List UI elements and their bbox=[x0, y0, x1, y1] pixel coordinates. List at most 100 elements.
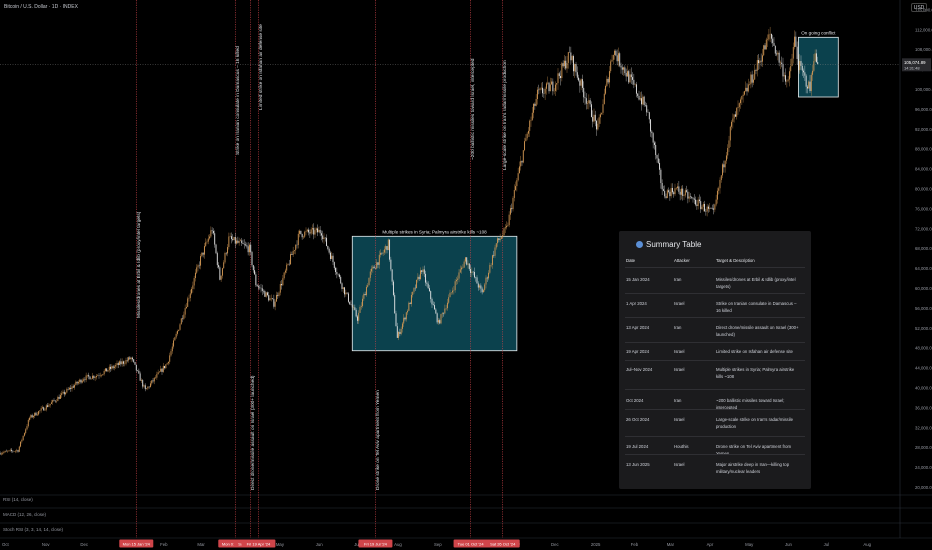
candle-body bbox=[728, 140, 730, 148]
candle-body bbox=[282, 278, 284, 286]
event-annotation: Drone strike on Tel Aviv apartment from … bbox=[375, 390, 381, 490]
candle-body bbox=[732, 118, 734, 122]
candle-body bbox=[679, 191, 681, 195]
candle-body bbox=[637, 93, 639, 96]
candle-body bbox=[80, 379, 82, 383]
candle-body bbox=[698, 199, 700, 202]
candle-body bbox=[781, 62, 783, 65]
candle-body bbox=[133, 359, 135, 362]
row-separator bbox=[625, 436, 805, 437]
candle-body bbox=[607, 78, 609, 83]
candle-body bbox=[620, 65, 622, 68]
candle-body bbox=[158, 371, 160, 373]
candle-body bbox=[143, 385, 145, 387]
candle-body bbox=[587, 103, 589, 104]
candle-body bbox=[803, 70, 805, 73]
candle-body bbox=[62, 391, 64, 394]
event-annotation: Direct drone/missile assault on Israel (… bbox=[250, 375, 256, 490]
candle-body bbox=[237, 240, 239, 243]
candle-body bbox=[426, 282, 428, 284]
candle-body bbox=[35, 412, 37, 416]
candle-body bbox=[176, 331, 178, 334]
table-cell-attacker: Israel bbox=[674, 349, 685, 354]
candle-body bbox=[562, 63, 564, 67]
candle-body bbox=[710, 207, 712, 209]
candle-body bbox=[602, 104, 604, 113]
candle-body bbox=[439, 320, 441, 324]
candle-body bbox=[452, 290, 454, 293]
candle-body bbox=[417, 276, 419, 280]
indicator-stochrsi-label[interactable]: Stoch RSI (3, 3, 14, 14, close) bbox=[3, 527, 63, 532]
candle-body bbox=[151, 380, 153, 384]
candle-body bbox=[398, 332, 400, 338]
candle-body bbox=[44, 409, 46, 411]
candle-body bbox=[76, 381, 78, 384]
candle-body bbox=[40, 408, 42, 411]
candle-body bbox=[594, 114, 596, 121]
candle-body bbox=[697, 199, 699, 206]
candle-body bbox=[419, 270, 421, 280]
candle-body bbox=[783, 75, 785, 77]
x-tick-label: Dec bbox=[80, 542, 88, 547]
candle-body bbox=[560, 76, 562, 79]
candle-body bbox=[390, 259, 392, 270]
y-tick-label: 32,000.00 bbox=[915, 425, 932, 430]
candle-body bbox=[611, 59, 613, 62]
candle-body bbox=[175, 333, 177, 338]
x-tick-label: Jun bbox=[785, 542, 793, 547]
candle-body bbox=[422, 269, 424, 272]
candle-body bbox=[427, 283, 429, 289]
table-cell-attacker: Iran bbox=[674, 398, 682, 403]
candle-body bbox=[333, 262, 335, 268]
candle-body bbox=[727, 147, 729, 156]
candle-body bbox=[428, 288, 430, 292]
candle-body bbox=[164, 365, 166, 369]
candle-body bbox=[731, 121, 733, 127]
candle-body bbox=[257, 286, 259, 288]
candle-body bbox=[590, 104, 592, 117]
y-tick-label: 68,000.00 bbox=[915, 246, 932, 251]
summary-table: Summary Table Date Attacker Target & Des… bbox=[619, 231, 811, 489]
event-annotation: Large-scale strike on Iran's radar/missi… bbox=[502, 60, 508, 170]
candle-body bbox=[554, 84, 556, 91]
candle-body bbox=[668, 190, 670, 192]
candle-body bbox=[810, 74, 812, 92]
symbol-header[interactable]: Bitcoin / U.S. Dollar · 1D · INDEX bbox=[4, 4, 78, 10]
indicator-rsi-label[interactable]: RSI (14, close) bbox=[3, 497, 33, 502]
currency-button[interactable]: USD bbox=[911, 3, 927, 12]
candle-body bbox=[512, 197, 514, 210]
candle-body bbox=[431, 299, 433, 305]
candle-body bbox=[660, 169, 662, 184]
candle-body bbox=[806, 86, 808, 89]
candle-body bbox=[239, 240, 241, 242]
candle-body bbox=[671, 187, 673, 193]
x-tick-label: Mar bbox=[667, 542, 675, 547]
candle-body bbox=[134, 361, 136, 365]
candle-body bbox=[542, 87, 544, 94]
candle-body bbox=[598, 117, 600, 124]
candle-body bbox=[471, 271, 473, 273]
candle-body bbox=[227, 247, 229, 254]
candle-body bbox=[674, 188, 676, 195]
candle-body bbox=[614, 50, 616, 55]
candle-body bbox=[16, 450, 18, 451]
candle-body bbox=[318, 229, 320, 233]
candle-body bbox=[223, 262, 225, 269]
table-cell-attacker: Israel bbox=[674, 417, 685, 422]
candle-body bbox=[23, 433, 25, 436]
candle-body bbox=[349, 301, 351, 305]
candle-body bbox=[539, 88, 541, 91]
y-tick-label: 76,000.00 bbox=[915, 206, 932, 211]
candle-body bbox=[599, 114, 601, 118]
candle-body bbox=[252, 265, 254, 271]
candle-body bbox=[785, 75, 787, 82]
candle-body bbox=[548, 82, 550, 92]
indicator-macd-label[interactable]: MACD (12, 26, close) bbox=[3, 512, 46, 517]
row-separator bbox=[625, 267, 805, 268]
candle-body bbox=[309, 232, 311, 234]
table-cell-description: Multiple strikes in Syria; Palmyra airst… bbox=[716, 367, 795, 380]
candle-body bbox=[724, 160, 726, 168]
candle-body bbox=[515, 186, 517, 190]
candle-body bbox=[482, 290, 484, 293]
candle-body bbox=[170, 351, 172, 356]
